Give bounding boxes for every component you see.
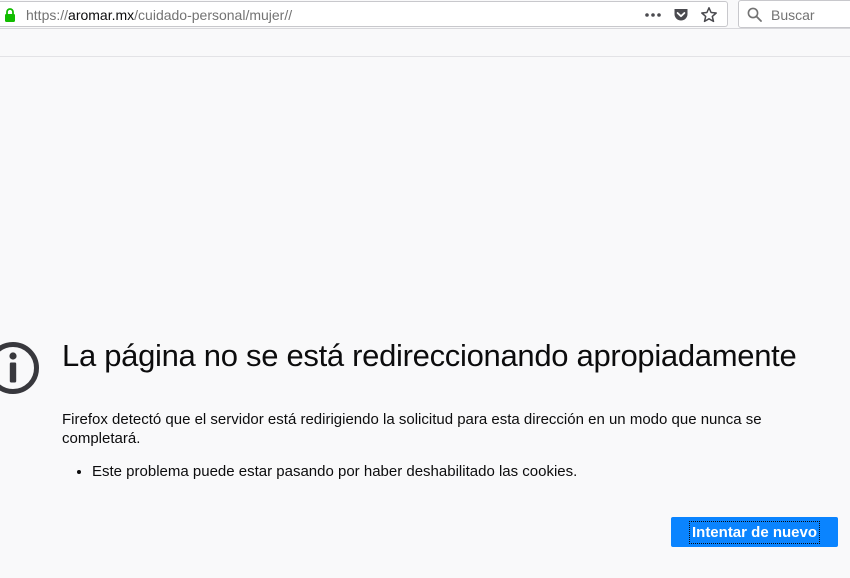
content-top-divider [0,56,850,57]
ellipsis-icon[interactable] [644,9,662,21]
try-again-label: Intentar de nuevo [688,520,821,544]
search-placeholder: Buscar [771,7,815,23]
error-description: Firefox detectó que el servidor está red… [62,411,762,447]
browser-toolbar: https://aromar.mx/cuidado-personal/mujer… [0,0,850,29]
search-icon [747,7,762,22]
url-path: /cuidado-personal/mujer// [134,7,293,23]
error-title: La página no se está redireccionando apr… [62,338,797,373]
url-scheme: https:// [26,7,69,23]
url-domain: aromar.mx [68,7,135,23]
pocket-icon[interactable] [673,7,689,23]
address-bar[interactable]: https://aromar.mx/cuidado-personal/mujer… [0,1,728,27]
star-icon[interactable] [700,6,718,24]
search-bar[interactable]: Buscar [738,0,850,28]
list-item: Este problema puede estar pasando por ha… [92,462,577,481]
info-icon [0,342,39,394]
try-again-button[interactable]: Intentar de nuevo [671,517,838,547]
error-bullet-list: Este problema puede estar pasando por ha… [62,462,577,481]
url-text[interactable]: https://aromar.mx/cuidado-personal/mujer… [26,7,292,23]
lock-icon[interactable] [4,8,16,22]
